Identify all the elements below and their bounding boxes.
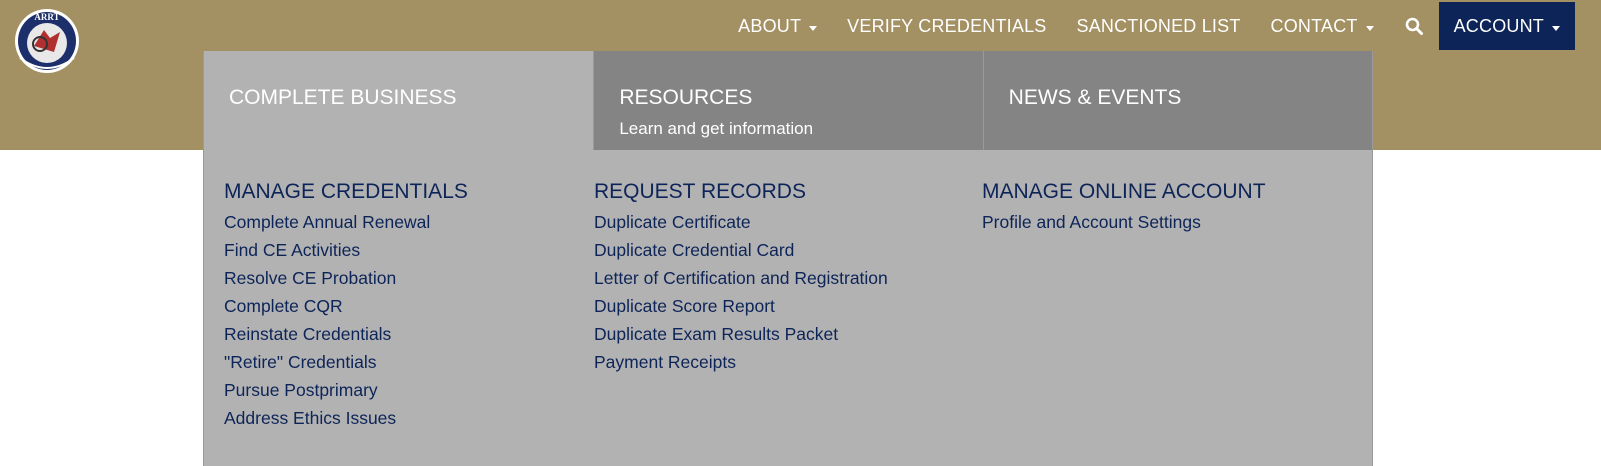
menu-link-pursue-postprimary[interactable]: Pursue Postprimary — [224, 376, 590, 404]
tab-resources-subtitle: Learn and get information — [619, 119, 814, 138]
column-heading: REQUEST RECORDS — [594, 180, 806, 203]
tab-news-events-title: NEWS & EVENTS — [1008, 86, 1182, 109]
tab-complete-business[interactable]: COMPLETE BUSINESS — [204, 51, 594, 150]
column-manage-credentials: MANAGE CREDENTIALS Complete Annual Renew… — [204, 179, 590, 432]
menu-link-duplicate-certificate[interactable]: Duplicate Certificate — [594, 208, 976, 236]
menu-link-retire-credentials[interactable]: "Retire" Credentials — [224, 348, 590, 376]
tab-news-events[interactable]: NEWS & EVENTS — [982, 51, 1372, 150]
search-button[interactable] — [1389, 0, 1439, 52]
nav-account-label: ACCOUNT — [1453, 15, 1544, 36]
nav-account[interactable]: ACCOUNT — [1438, 2, 1575, 50]
nav-sanctioned-list-label: SANCTIONED LIST — [1076, 15, 1241, 36]
menu-link-letter-of-certification[interactable]: Letter of Certification and Registration — [594, 264, 976, 292]
menu-link-duplicate-exam-results-packet[interactable]: Duplicate Exam Results Packet — [594, 320, 976, 348]
top-navigation: ABOUT VERIFY CREDENTIALS SANCTIONED LIST… — [723, 0, 1601, 52]
menu-link-duplicate-score-report[interactable]: Duplicate Score Report — [594, 292, 976, 320]
nav-about-label: ABOUT — [738, 15, 802, 36]
caret-down-icon — [809, 25, 818, 31]
column-manage-online-account: MANAGE ONLINE ACCOUNT Profile and Accoun… — [976, 179, 1362, 432]
menu-link-payment-receipts[interactable]: Payment Receipts — [594, 348, 976, 376]
mega-menu-tabs: COMPLETE BUSINESS RESOURCES Learn and ge… — [204, 51, 1372, 150]
search-icon — [1405, 17, 1423, 35]
nav-contact-label: CONTACT — [1270, 15, 1358, 36]
nav-about[interactable]: ABOUT — [723, 0, 832, 52]
mega-menu-columns: MANAGE CREDENTIALS Complete Annual Renew… — [204, 150, 1372, 432]
account-mega-menu: COMPLETE BUSINESS RESOURCES Learn and ge… — [203, 51, 1373, 466]
menu-link-duplicate-credential-card[interactable]: Duplicate Credential Card — [594, 236, 976, 264]
menu-link-complete-annual-renewal[interactable]: Complete Annual Renewal — [224, 208, 590, 236]
tab-complete-business-title: COMPLETE BUSINESS — [229, 86, 457, 109]
menu-link-profile-and-account-settings[interactable]: Profile and Account Settings — [982, 208, 1362, 236]
tab-resources[interactable]: RESOURCES Learn and get information — [593, 51, 983, 150]
column-request-records: REQUEST RECORDS Duplicate Certificate Du… — [590, 179, 976, 432]
menu-link-complete-cqr[interactable]: Complete CQR — [224, 292, 590, 320]
caret-down-icon — [1552, 25, 1560, 31]
menu-link-resolve-ce-probation[interactable]: Resolve CE Probation — [224, 264, 590, 292]
tab-resources-title: RESOURCES — [619, 86, 753, 109]
svg-text:ARRT: ARRT — [34, 12, 59, 22]
nav-contact[interactable]: CONTACT — [1256, 0, 1389, 52]
menu-link-address-ethics-issues[interactable]: Address Ethics Issues — [224, 404, 590, 432]
menu-link-find-ce-activities[interactable]: Find CE Activities — [224, 236, 590, 264]
column-heading: MANAGE CREDENTIALS — [224, 180, 468, 203]
nav-verify-credentials[interactable]: VERIFY CREDENTIALS — [832, 0, 1061, 52]
arrt-logo[interactable]: ARRT — [14, 8, 80, 74]
caret-down-icon — [1365, 25, 1374, 31]
nav-sanctioned-list[interactable]: SANCTIONED LIST — [1062, 0, 1256, 52]
menu-link-reinstate-credentials[interactable]: Reinstate Credentials — [224, 320, 590, 348]
column-heading: MANAGE ONLINE ACCOUNT — [982, 180, 1266, 203]
nav-verify-credentials-label: VERIFY CREDENTIALS — [847, 15, 1047, 36]
